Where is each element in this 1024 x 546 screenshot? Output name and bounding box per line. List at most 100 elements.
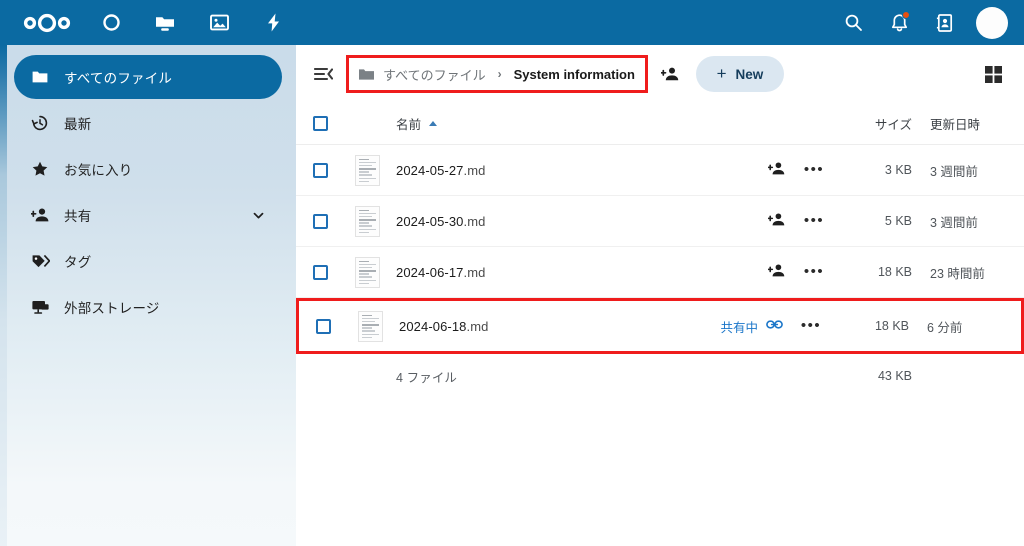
row-checkbox[interactable] [296, 264, 344, 280]
breadcrumb-folder-icon [357, 65, 375, 83]
breadcrumb-separator: › [497, 67, 502, 81]
top-header-bar [0, 0, 1024, 45]
sidebar-item-label: すべてのファイル [64, 71, 173, 86]
nextcloud-files-app: すべてのファイル 最新 お気に入り 共有 タグ 外部ストレージ すべてのファイル… [0, 0, 1024, 546]
file-modified: 3 週間前 [930, 215, 978, 230]
sidebar-item-label: タグ [64, 255, 92, 270]
toolbar-share-account-plus-icon[interactable] [656, 59, 686, 89]
sidebar-item-label: 外部ストレージ [64, 301, 160, 316]
row-share-status[interactable] [648, 262, 786, 282]
table-row[interactable]: 2024-06-17.md ••• 18 KB 23 時間前 [296, 247, 1024, 298]
more-actions-icon[interactable]: ••• [786, 264, 842, 279]
nav-photos-image-icon[interactable] [202, 6, 236, 40]
files-toolbar: すべてのファイル › System information + New [296, 45, 1024, 103]
file-name[interactable]: 2024-06-17.md [390, 265, 648, 280]
column-header-size[interactable]: サイズ [842, 114, 916, 133]
search-icon[interactable] [838, 8, 868, 38]
footer-total-size: 43 KB [877, 369, 912, 383]
sidebar-item-tags[interactable]: タグ [14, 239, 282, 283]
header-right-actions [838, 0, 1024, 45]
column-header-modified[interactable]: 更新日時 [916, 114, 1024, 133]
shared-label: 共有中 [720, 320, 758, 335]
file-size: 3 KB [884, 163, 912, 177]
sidebar-item-label: 共有 [64, 209, 92, 224]
folder-icon [30, 67, 50, 87]
select-all-checkbox[interactable] [296, 116, 344, 131]
checkbox-box [312, 264, 328, 280]
notification-badge [902, 10, 910, 19]
document-thumbnail [344, 256, 390, 288]
clock-recent-icon [30, 113, 50, 133]
nav-files-folder-icon[interactable] [148, 6, 182, 40]
contacts-icon[interactable] [930, 8, 960, 38]
column-header-name-label: 名前 [396, 118, 422, 132]
file-name[interactable]: 2024-06-18.md [393, 319, 645, 334]
file-extension: .md [466, 318, 489, 334]
account-plus-icon[interactable] [767, 262, 786, 282]
table-row[interactable]: 2024-06-18.md 共有中 ••• 18 KB 6 分前 [296, 298, 1024, 354]
user-avatar[interactable] [976, 6, 1008, 39]
sidebar-item-external-storage[interactable]: 外部ストレージ [14, 285, 282, 329]
files-table: 名前 サイズ 更新日時 2024-05-27.md ••• 3 KB 3 週間前… [296, 103, 1024, 398]
column-header-name[interactable]: 名前 [390, 114, 648, 133]
plus-icon: + [716, 64, 727, 83]
sort-ascending-icon [429, 121, 438, 126]
row-share-status[interactable] [648, 160, 786, 180]
file-name-base: 2024-06-18 [399, 318, 467, 334]
chevron-down-icon[interactable] [250, 207, 266, 223]
account-plus-icon[interactable] [767, 211, 786, 231]
file-size: 18 KB [877, 265, 912, 279]
file-extension: .md [463, 264, 486, 280]
sidebar-navigation: すべてのファイル 最新 お気に入り 共有 タグ 外部ストレージ [0, 45, 296, 546]
table-row[interactable]: 2024-05-27.md ••• 3 KB 3 週間前 [296, 145, 1024, 196]
sidebar-item-label: 最新 [64, 117, 92, 132]
grid-view-icon[interactable] [976, 57, 1010, 91]
collapse-sidebar-icon[interactable] [306, 57, 340, 91]
nextcloud-logo-icon[interactable] [22, 10, 74, 36]
sidebar-item-shared[interactable]: 共有 [14, 193, 282, 237]
file-name[interactable]: 2024-05-27.md [390, 163, 648, 178]
table-header-row: 名前 サイズ 更新日時 [296, 103, 1024, 145]
row-checkbox[interactable] [296, 213, 344, 229]
row-checkbox[interactable] [296, 162, 344, 178]
file-name-base: 2024-05-27 [396, 162, 464, 178]
nav-dashboard-circle-icon[interactable] [94, 6, 128, 40]
row-share-status[interactable]: 共有中 [645, 317, 783, 336]
document-thumbnail [344, 205, 390, 237]
file-name[interactable]: 2024-05-30.md [390, 214, 648, 229]
document-thumbnail [344, 154, 390, 186]
file-name-base: 2024-05-30 [396, 213, 464, 229]
more-actions-icon[interactable]: ••• [786, 213, 842, 228]
row-checkbox[interactable] [299, 318, 347, 334]
more-actions-icon[interactable]: ••• [783, 318, 839, 333]
nav-activity-lightning-icon[interactable] [256, 6, 290, 40]
sidebar-item-label: お気に入り [64, 163, 133, 178]
breadcrumb-item-current[interactable]: System information [514, 67, 635, 82]
sidebar-item-all-files[interactable]: すべてのファイル [14, 55, 282, 99]
notifications-bell-icon[interactable] [884, 8, 914, 38]
sidebar-item-recent[interactable]: 最新 [14, 101, 282, 145]
checkbox-box [312, 116, 328, 131]
footer-file-count: 4 ファイル [396, 370, 458, 385]
breadcrumb[interactable]: すべてのファイル › System information [346, 55, 648, 93]
file-extension: .md [463, 213, 486, 229]
more-actions-icon[interactable]: ••• [786, 162, 842, 177]
checkbox-box [312, 162, 328, 178]
link-icon[interactable] [766, 317, 783, 335]
account-plus-icon[interactable] [767, 160, 786, 180]
checkbox-box [312, 213, 328, 229]
document-thumbnail [347, 310, 393, 342]
tag-icon [30, 251, 50, 271]
checkbox-box [315, 318, 331, 334]
external-storage-icon [30, 297, 50, 317]
table-row[interactable]: 2024-05-30.md ••• 5 KB 3 週間前 [296, 196, 1024, 247]
account-plus-icon [30, 205, 50, 225]
new-button-label: New [735, 66, 764, 82]
row-share-status[interactable] [648, 211, 786, 231]
file-size: 5 KB [884, 214, 912, 228]
new-button[interactable]: + New [695, 56, 784, 92]
header-left-nav [0, 0, 290, 45]
breadcrumb-item-root[interactable]: すべてのファイル [383, 65, 486, 84]
star-icon [30, 159, 50, 179]
sidebar-item-favorites[interactable]: お気に入り [14, 147, 282, 191]
